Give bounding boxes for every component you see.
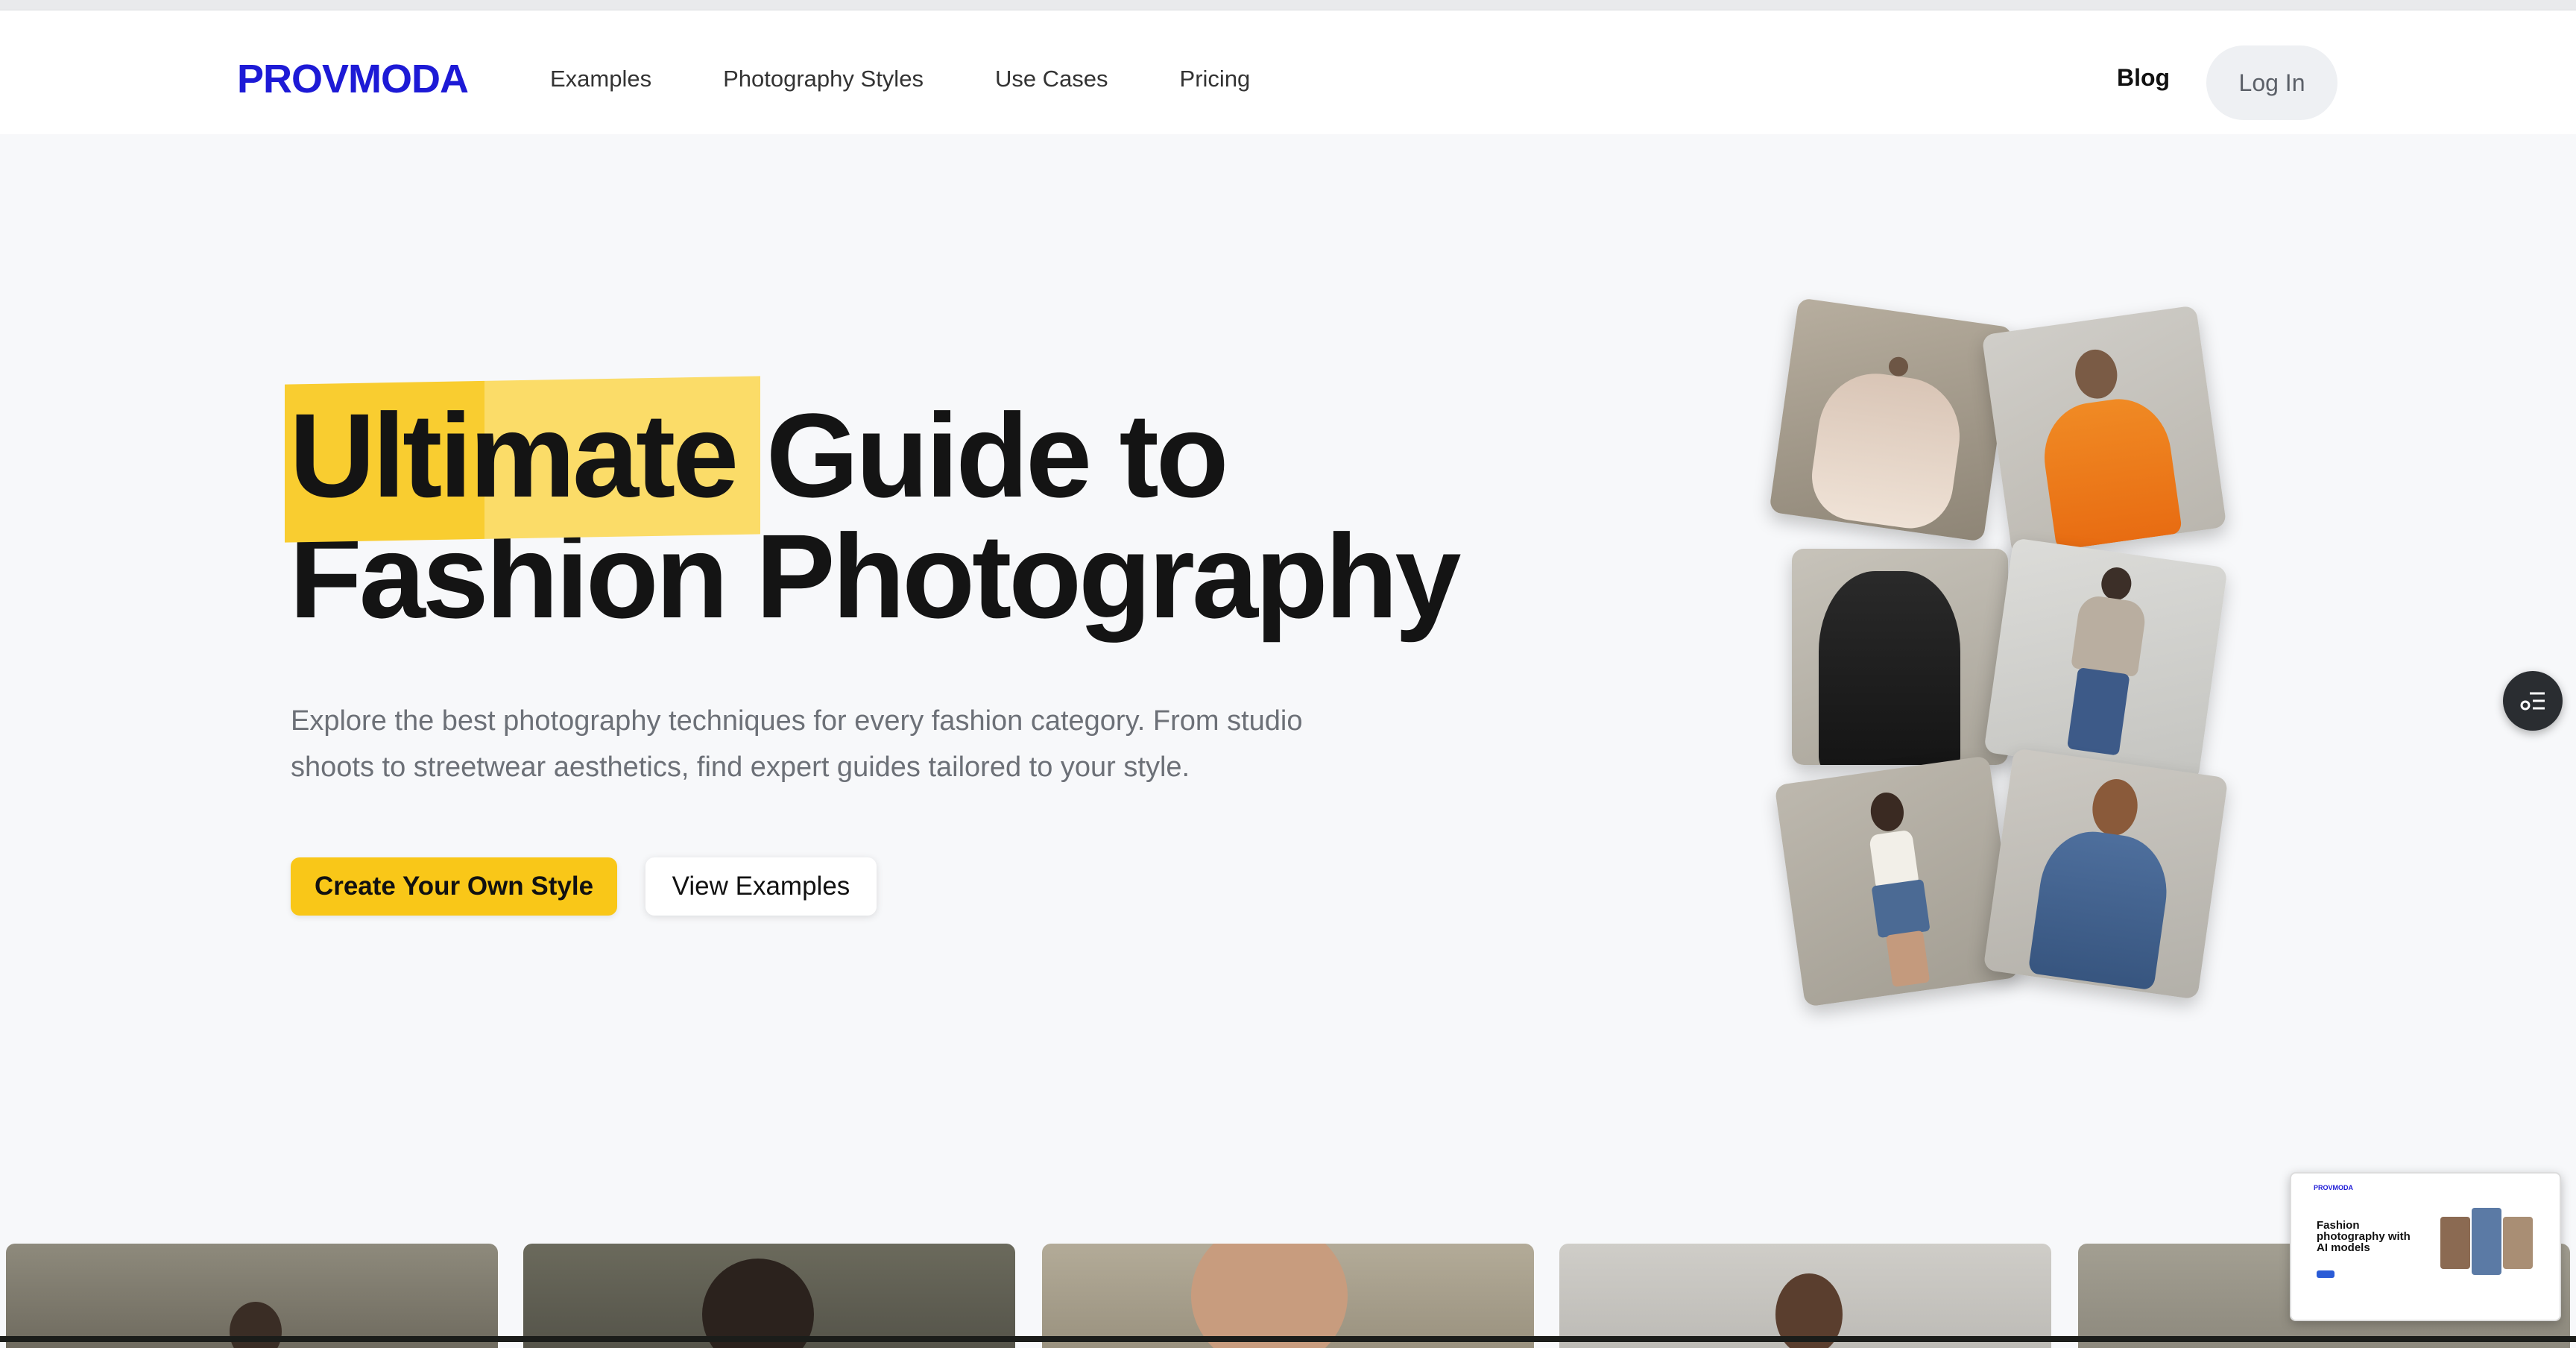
login-button[interactable]: Log In	[2206, 45, 2337, 120]
nav-link-photography-styles[interactable]: Photography Styles	[723, 66, 924, 92]
collage-photo-denim-jacket[interactable]	[1983, 748, 2229, 1000]
preview-title: Fashion photography with AI models	[2317, 1219, 2411, 1254]
collage-photo-gown[interactable]	[1769, 297, 2013, 542]
collage-photo-denim-shorts[interactable]	[1774, 755, 2020, 1007]
list-settings-icon-graphic	[2520, 692, 2545, 711]
collage-photo-orange-tee[interactable]	[1981, 305, 2227, 557]
nav-link-use-cases[interactable]: Use Cases	[995, 66, 1108, 92]
title-highlight: Ultimate	[285, 376, 760, 543]
bottom-edge	[0, 1336, 2576, 1342]
nav-link-examples[interactable]: Examples	[550, 66, 651, 92]
view-examples-button[interactable]: View Examples	[645, 857, 877, 916]
example-thumb[interactable]	[6, 1244, 498, 1348]
preview-image	[2433, 1202, 2545, 1284]
page-preview-thumbnail[interactable]: PROVMODA Fashion photography with AI mod…	[2290, 1172, 2561, 1321]
nav-link-blog[interactable]: Blog	[2117, 64, 2170, 92]
brand-logo[interactable]: PROVMODA	[237, 49, 469, 109]
preview-logo: PROVMODA	[2314, 1184, 2354, 1191]
preview-button	[2317, 1270, 2334, 1278]
list-settings-icon[interactable]	[2503, 671, 2563, 731]
collage-photo-black-blazer[interactable]	[1792, 549, 2008, 765]
browser-top-edge	[0, 0, 2576, 10]
example-thumb[interactable]	[1042, 1244, 1534, 1348]
hero-title: Ultimate Guide to Fashion Photography	[285, 376, 1556, 637]
example-thumb[interactable]	[1559, 1244, 2051, 1348]
site-header: PROVMODA Examples Photography Styles Use…	[0, 10, 2576, 134]
examples-strip	[0, 1244, 2576, 1348]
create-style-button[interactable]: Create Your Own Style	[291, 857, 617, 916]
nav-link-pricing[interactable]: Pricing	[1180, 66, 1251, 92]
hero-subtitle: Explore the best photography techniques …	[291, 705, 1303, 783]
main-nav: Examples Photography Styles Use Cases Pr…	[550, 49, 1322, 109]
collage-photo-hoodie[interactable]	[1983, 538, 2228, 782]
title-line1-rest: Guide to	[736, 388, 1229, 522]
example-thumb[interactable]	[523, 1244, 1015, 1348]
photo-collage	[1767, 297, 2258, 1007]
